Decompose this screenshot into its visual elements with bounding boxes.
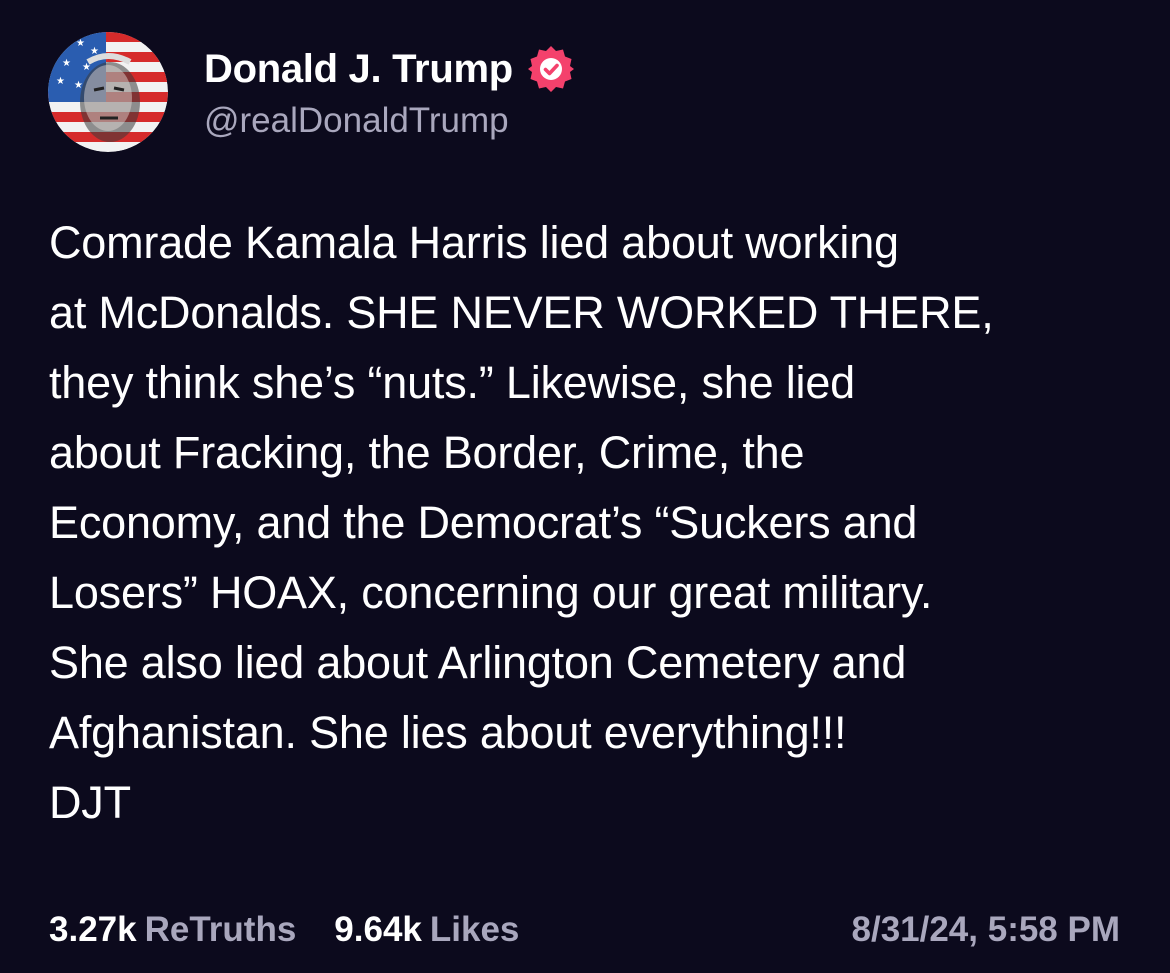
verified-badge-icon bbox=[525, 43, 577, 95]
retruths-count: 3.27k bbox=[49, 910, 137, 949]
author-handle[interactable]: @realDonaldTrump bbox=[204, 101, 577, 141]
svg-text:★: ★ bbox=[58, 40, 67, 51]
name-row: Donald J. Trump bbox=[204, 39, 577, 99]
post-text: Comrade Kamala Harris lied about working… bbox=[49, 217, 994, 828]
likes-stat[interactable]: 9.64k Likes bbox=[334, 910, 519, 950]
likes-label: Likes bbox=[429, 910, 520, 949]
svg-text:★: ★ bbox=[76, 38, 85, 49]
svg-text:★: ★ bbox=[56, 76, 65, 87]
svg-text:★: ★ bbox=[62, 58, 71, 69]
author-identity: Donald J. Trump @realDonaldTrump bbox=[204, 39, 577, 141]
retruths-label: ReTruths bbox=[144, 910, 297, 949]
post-footer: 3.27k ReTruths 9.64k Likes 8/31/24, 5:58… bbox=[49, 900, 1120, 960]
post-timestamp: 8/31/24, 5:58 PM bbox=[851, 910, 1121, 949]
post-header: ★ ★ ★ ★ ★ ★ ★ Donald J. Trump @realDonal… bbox=[48, 30, 577, 154]
likes-count: 9.64k bbox=[334, 910, 422, 949]
display-name[interactable]: Donald J. Trump bbox=[204, 47, 513, 92]
avatar-flag-portrait-icon: ★ ★ ★ ★ ★ ★ ★ bbox=[48, 32, 168, 152]
avatar[interactable]: ★ ★ ★ ★ ★ ★ ★ bbox=[48, 32, 168, 152]
retruths-stat[interactable]: 3.27k ReTruths bbox=[49, 910, 296, 950]
